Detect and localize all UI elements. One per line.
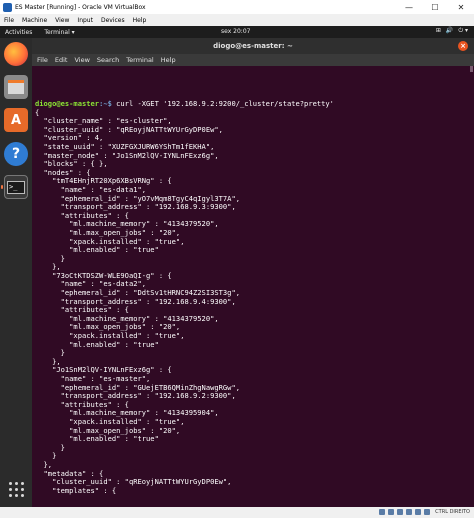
prompt-user: diogo@es-master	[35, 99, 100, 108]
software-center-icon[interactable]: A	[4, 108, 28, 132]
terminal-menubar: File Edit View Search Terminal Help	[32, 54, 474, 66]
terminal-menu-search[interactable]: Search	[97, 56, 119, 64]
network-icon: ⊞	[435, 27, 441, 34]
show-applications-icon[interactable]	[9, 482, 24, 497]
terminal-menu-file[interactable]: File	[37, 56, 48, 64]
vbox-menu-devices[interactable]: Devices	[101, 17, 125, 24]
vbox-status-icon[interactable]	[388, 509, 395, 515]
output-line: }	[35, 348, 65, 358]
output-line: "ml.enabled" : "true"	[35, 339, 159, 349]
command-output: { "cluster_name" : "es-cluster", "cluste…	[35, 108, 470, 496]
output-line: "ml.enabled" : "true"	[35, 245, 159, 255]
terminal-title: diogo@es-master: ~	[213, 42, 293, 50]
terminal-output-area[interactable]: diogo@es-master:~$ curl -XGET '192.168.9…	[32, 66, 474, 507]
vbox-status-icon[interactable]	[379, 509, 386, 515]
terminal-icon[interactable]: >_	[4, 175, 28, 199]
terminal-menu-terminal[interactable]: Terminal	[126, 56, 153, 64]
vbox-status-icon[interactable]	[424, 509, 431, 515]
vbox-status-icon[interactable]	[406, 509, 413, 515]
help-icon[interactable]: ?	[4, 142, 28, 166]
prompt-path: :~$	[99, 99, 112, 108]
output-line: "ml.enabled" : "true"	[35, 434, 159, 444]
vbox-menubar: File Machine View Input Devices Help	[0, 14, 474, 26]
activities-button[interactable]: Activities	[5, 29, 32, 36]
host-key-label: CTRL DIREITO	[435, 509, 470, 515]
vbox-window-title: ES Master [Running] - Oracle VM VirtualB…	[15, 3, 146, 11]
output-line: }	[35, 253, 65, 263]
maximize-button[interactable]: ☐	[422, 0, 448, 14]
ubuntu-topbar: Activities Terminal ▾ sex 20:07 ⊞ 🔊 ⏻ ▾	[0, 26, 474, 38]
output-line: }	[35, 451, 57, 461]
dock: A ? >_	[0, 38, 32, 507]
vbox-menu-file[interactable]: File	[4, 17, 14, 24]
vbox-status-icon[interactable]	[415, 509, 422, 515]
volume-icon: 🔊	[445, 27, 454, 34]
vbox-menu-input[interactable]: Input	[77, 17, 93, 24]
terminal-menu-view[interactable]: View	[74, 56, 89, 64]
system-tray[interactable]: ⊞ 🔊 ⏻ ▾	[436, 27, 468, 35]
clock[interactable]: sex 20:07	[221, 28, 250, 35]
output-line: }	[35, 442, 65, 452]
output-line: "blocks" : { },	[35, 159, 108, 169]
host-taskbar: CTRL DIREITO	[0, 507, 474, 518]
terminal-titlebar: diogo@es-master: ~ ×	[32, 38, 474, 54]
vbox-menu-view[interactable]: View	[55, 17, 69, 24]
virtualbox-icon	[3, 2, 12, 12]
host-tray: CTRL DIREITO	[379, 509, 470, 515]
output-line: "templates" : {	[35, 485, 117, 495]
minimize-button[interactable]: —	[396, 0, 422, 14]
running-indicator	[1, 185, 3, 189]
app-menu-terminal[interactable]: Terminal ▾	[44, 29, 74, 36]
firefox-icon[interactable]	[4, 42, 28, 66]
files-icon[interactable]	[4, 75, 28, 99]
app-menu-label: Terminal ▾	[44, 28, 75, 36]
terminal-close-button[interactable]: ×	[458, 41, 468, 51]
vbox-menu-machine[interactable]: Machine	[22, 17, 47, 24]
terminal-scrollbar[interactable]	[470, 66, 473, 72]
power-menu-icon: ⏻ ▾	[458, 27, 468, 34]
window-controls: — ☐ ✕	[396, 0, 474, 14]
command-line: diogo@es-master:~$ curl -XGET '192.168.9…	[35, 99, 470, 109]
terminal-menu-edit[interactable]: Edit	[55, 56, 68, 64]
vbox-menu-help[interactable]: Help	[133, 17, 147, 24]
vbox-titlebar: ES Master [Running] - Oracle VM VirtualB…	[0, 0, 474, 14]
vbox-status-icon[interactable]	[397, 509, 404, 515]
terminal-menu-help[interactable]: Help	[161, 56, 176, 64]
close-button[interactable]: ✕	[448, 0, 474, 14]
command-text: curl -XGET '192.168.9.2:9200/_cluster/st…	[111, 99, 334, 108]
